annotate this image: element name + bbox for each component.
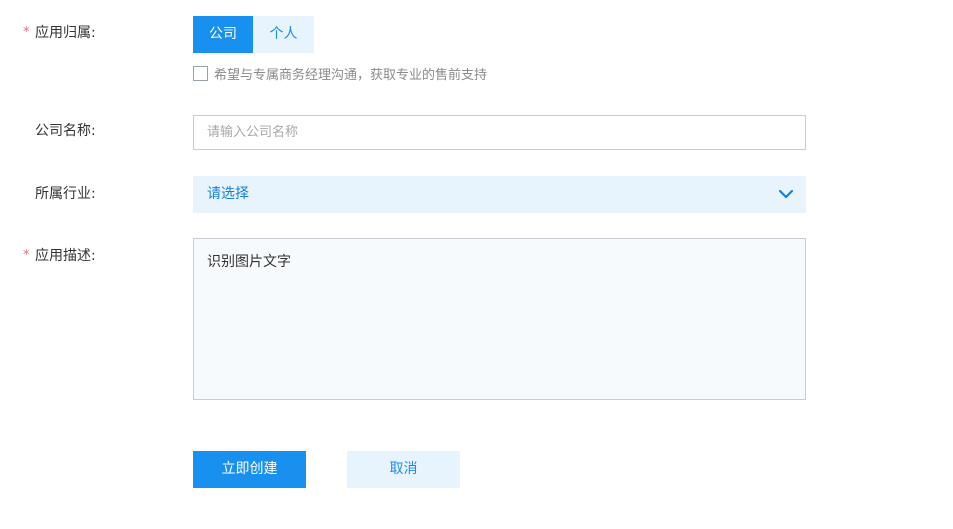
chevron-down-icon (778, 189, 794, 199)
industry-label: 所属行业: (35, 186, 96, 202)
owner-option-company[interactable]: 公司 (193, 16, 253, 53)
company-name-input[interactable] (193, 115, 806, 150)
owner-option-personal[interactable]: 个人 (253, 16, 314, 53)
industry-select-value: 请选择 (207, 186, 249, 202)
required-mark-owner: * (23, 25, 30, 40)
create-button[interactable]: 立即创建 (193, 451, 306, 488)
cancel-button[interactable]: 取消 (347, 451, 460, 488)
contact-checkbox-row: 希望与专属商务经理沟通，获取专业的售前支持 (193, 63, 487, 83)
required-mark-description: * (23, 248, 30, 263)
industry-select[interactable]: 请选择 (193, 176, 806, 213)
owner-toggle: 公司 个人 (193, 16, 314, 53)
contact-checkbox-label[interactable]: 希望与专属商务经理沟通，获取专业的售前支持 (214, 64, 487, 83)
owner-label: 应用归属: (35, 25, 96, 41)
contact-checkbox[interactable] (193, 65, 208, 81)
description-textarea[interactable]: 识别图片文字 (193, 238, 806, 400)
description-label: 应用描述: (35, 248, 96, 264)
company-name-label: 公司名称: (35, 123, 96, 139)
create-app-form: * 应用归属: 公司 个人 希望与专属商务经理沟通，获取专业的售前支持 公司名称… (0, 0, 953, 529)
